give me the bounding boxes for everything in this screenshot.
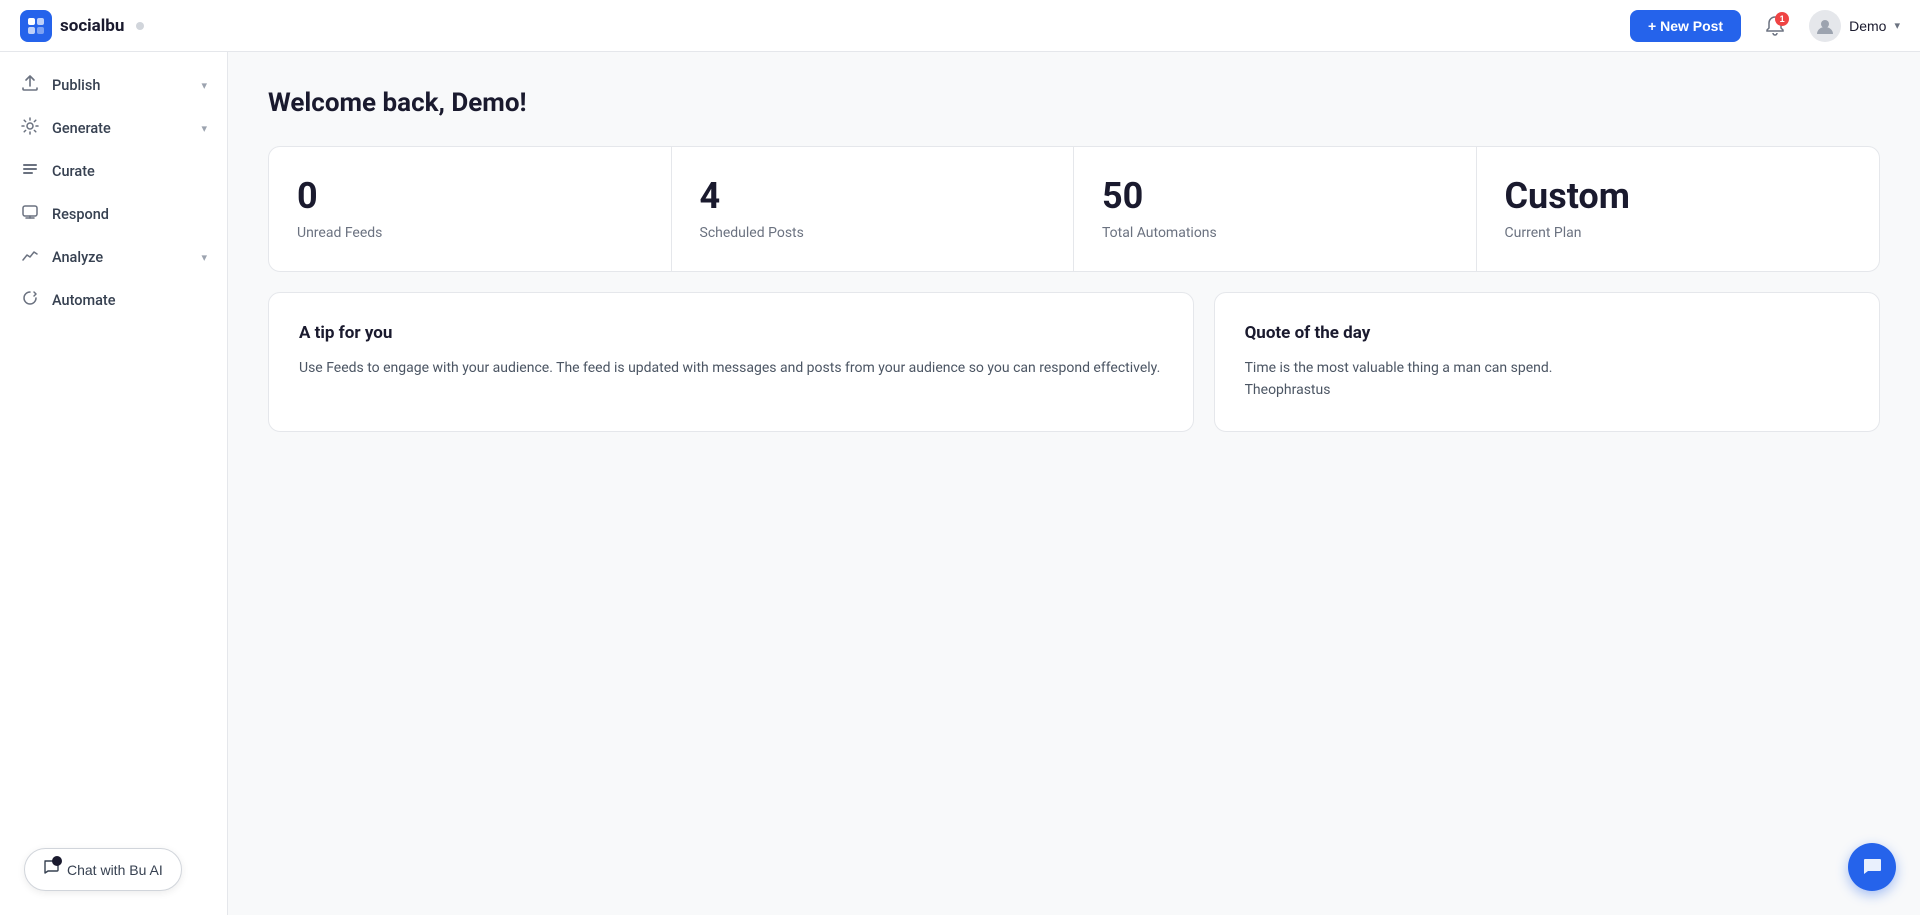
publish-label: Publish: [52, 77, 100, 94]
sidebar-item-generate[interactable]: Generate ▾: [0, 107, 227, 150]
current-plan-number: Custom: [1505, 177, 1852, 217]
quote-card-title: Quote of the day: [1245, 323, 1849, 343]
logo-dot: [136, 22, 144, 30]
top-navigation: socialbu + New Post 1 Demo ▾: [0, 0, 1920, 52]
user-avatar: [1809, 10, 1841, 42]
chat-bu-ai-button[interactable]: Chat with Bu AI: [24, 848, 182, 891]
automate-label: Automate: [52, 292, 116, 309]
stat-card-total-automations: 50 Total Automations: [1074, 147, 1477, 271]
stat-card-unread-feeds: 0 Unread Feeds: [269, 147, 672, 271]
chat-fab-icon: [1861, 856, 1883, 878]
quote-card-text: Time is the most valuable thing a man ca…: [1245, 357, 1849, 402]
nav-right: + New Post 1 Demo ▾: [1630, 8, 1900, 44]
respond-icon: [20, 203, 40, 226]
bottom-cards-row: A tip for you Use Feeds to engage with y…: [268, 292, 1880, 433]
chat-icon-wrap: [43, 859, 59, 880]
generate-label: Generate: [52, 120, 111, 137]
notification-button[interactable]: 1: [1757, 8, 1793, 44]
chat-dot: [52, 856, 62, 866]
stat-card-scheduled-posts: 4 Scheduled Posts: [672, 147, 1075, 271]
chat-fab-button[interactable]: [1848, 843, 1896, 891]
unread-feeds-label: Unread Feeds: [297, 225, 643, 241]
generate-chevron: ▾: [201, 122, 207, 135]
tip-card-title: A tip for you: [299, 323, 1163, 343]
sidebar-item-curate[interactable]: Curate: [0, 150, 227, 193]
scheduled-posts-label: Scheduled Posts: [700, 225, 1046, 241]
main-content: Welcome back, Demo! 0 Unread Feeds 4 Sch…: [228, 52, 1920, 915]
curate-label: Curate: [52, 163, 95, 180]
user-name: Demo: [1849, 18, 1886, 34]
app-body: Publish ▾ Generate ▾: [0, 52, 1920, 915]
quote-card: Quote of the day Time is the most valuab…: [1214, 292, 1880, 433]
tip-card: A tip for you Use Feeds to engage with y…: [268, 292, 1194, 433]
logo-area: socialbu: [20, 10, 144, 42]
sidebar-item-analyze[interactable]: Analyze ▾: [0, 236, 227, 279]
stats-row: 0 Unread Feeds 4 Scheduled Posts 50 Tota…: [268, 146, 1880, 272]
curate-icon: [20, 160, 40, 183]
app-name: socialbu: [60, 16, 124, 36]
publish-chevron: ▾: [201, 79, 207, 92]
current-plan-label: Current Plan: [1505, 225, 1852, 241]
welcome-title: Welcome back, Demo!: [268, 88, 1880, 118]
user-menu-chevron: ▾: [1894, 19, 1900, 32]
automate-icon: [20, 289, 40, 312]
sidebar: Publish ▾ Generate ▾: [0, 52, 228, 915]
notification-badge: 1: [1775, 12, 1789, 26]
analyze-chevron: ▾: [201, 251, 207, 264]
respond-label: Respond: [52, 206, 109, 223]
total-automations-label: Total Automations: [1102, 225, 1448, 241]
publish-icon: [20, 74, 40, 97]
stat-card-current-plan: Custom Current Plan: [1477, 147, 1880, 271]
generate-icon: [20, 117, 40, 140]
analyze-label: Analyze: [52, 249, 103, 266]
sidebar-item-automate[interactable]: Automate: [0, 279, 227, 322]
user-menu-button[interactable]: Demo ▾: [1809, 10, 1900, 42]
chat-button-label: Chat with Bu AI: [67, 862, 163, 878]
sidebar-item-respond[interactable]: Respond: [0, 193, 227, 236]
new-post-button[interactable]: + New Post: [1630, 10, 1741, 42]
tip-card-text: Use Feeds to engage with your audience. …: [299, 357, 1163, 379]
logo-icon: [20, 10, 52, 42]
sidebar-item-publish[interactable]: Publish ▾: [0, 64, 227, 107]
total-automations-number: 50: [1102, 177, 1448, 217]
scheduled-posts-number: 4: [700, 177, 1046, 217]
analyze-icon: [20, 246, 40, 269]
unread-feeds-number: 0: [297, 177, 643, 217]
